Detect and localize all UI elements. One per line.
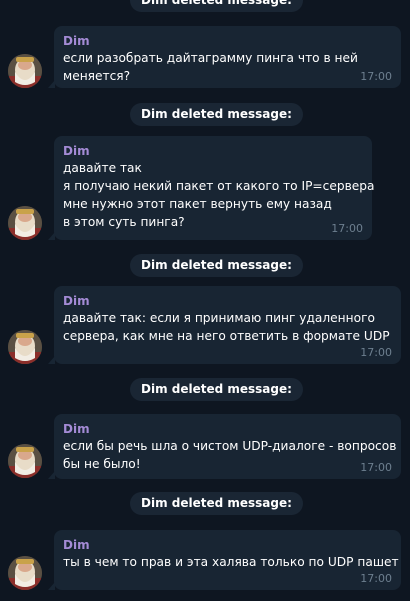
service-message-deleted: Dim deleted message: [130,0,303,12]
message-text-line: бы не было! [63,457,141,471]
message-text-line: давайте так [63,161,142,175]
message-bubble[interactable]: Dim ты в чем то прав и эта халява только… [48,530,401,590]
message-author[interactable]: Dim [63,421,392,437]
message-bubble[interactable]: Dim если бы речь шла о чистом UDP-диалог… [48,414,401,479]
message-text-line: ты в чем то прав и эта халява только по … [63,555,399,569]
message-text-line: меняется? [63,69,131,83]
message-time: 17:00 [360,461,392,474]
service-message-deleted: Dim deleted message: [130,254,303,277]
message-bubble[interactable]: Dim если разобрать дайтаграмму пинга что… [48,26,401,88]
message-time: 17:00 [360,572,392,585]
message-author[interactable]: Dim [63,33,392,49]
message-time: 17:00 [331,222,363,235]
user-avatar[interactable] [8,54,42,88]
message-text-line: мне нужно этот пакет вернуть ему назад [63,197,332,211]
message-author[interactable]: Dim [63,537,392,553]
avatar-portrait-icon [8,330,42,364]
message-bubble[interactable]: Dim давайте так я получаю некий пакет от… [48,136,375,240]
message-author[interactable]: Dim [63,143,363,159]
avatar-portrait-icon [8,54,42,88]
message-text-line: если разобрать дайтаграмму пинга что в н… [63,51,358,65]
avatar-portrait-icon [8,444,42,478]
message-text-line: я получаю некий пакет от какого то IP=се… [63,179,375,193]
user-avatar[interactable] [8,330,42,364]
message-text-line: если бы речь шла о чистом UDP-диалоге - … [63,439,397,453]
avatar-portrait-icon [8,206,42,240]
user-avatar[interactable] [8,206,42,240]
message-author[interactable]: Dim [63,293,392,309]
message-bubble[interactable]: Dim давайте так: если я принимаю пинг уд… [48,286,401,364]
message-time: 17:00 [360,346,392,359]
message-text-line: сервера, как мне на него ответить в форм… [63,329,390,343]
user-avatar[interactable] [8,444,42,478]
service-message-deleted: Dim deleted message: [130,103,303,126]
user-avatar[interactable] [8,556,42,590]
service-message-deleted: Dim deleted message: [130,378,303,401]
chat-history[interactable]: Dim deleted message: Dim если разобрать … [0,0,410,601]
message-text-line: в этом суть пинга? [63,215,185,229]
avatar-portrait-icon [8,556,42,590]
service-message-deleted: Dim deleted message: [130,492,303,515]
message-time: 17:00 [360,70,392,83]
message-text-line: давайте так: если я принимаю пинг удален… [63,311,375,325]
